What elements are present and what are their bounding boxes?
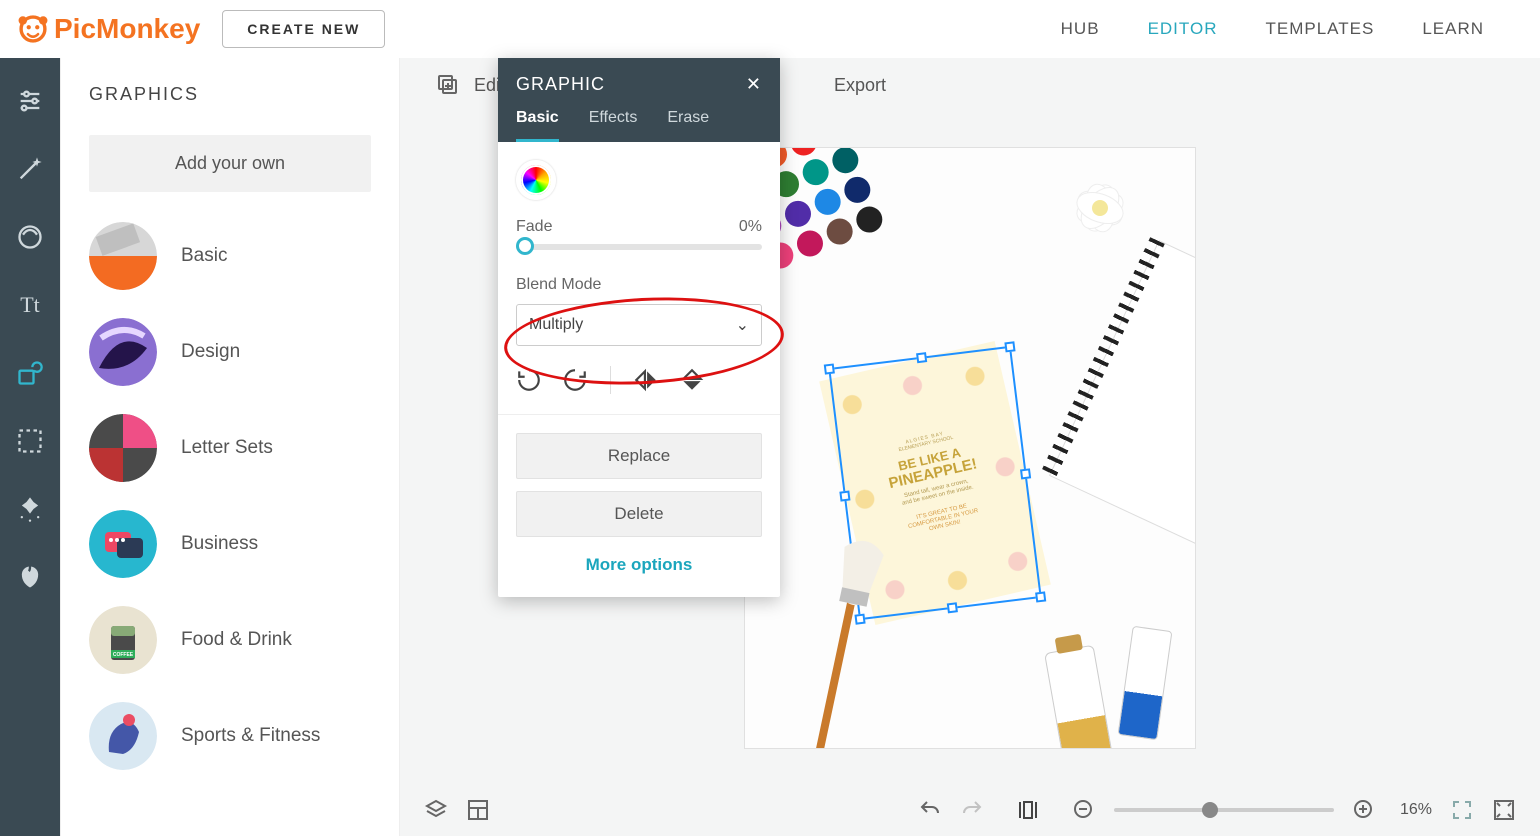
tab-basic[interactable]: Basic (516, 109, 559, 142)
category-food-drink[interactable]: COFFEE Food & Drink (89, 606, 371, 674)
tool-adjustments[interactable] (15, 86, 45, 116)
food-thumb-icon: COFFEE (89, 606, 157, 674)
sidebar-title: GRAPHICS (89, 84, 371, 105)
brand-logo[interactable]: PicMonkey (16, 12, 200, 46)
close-icon[interactable]: ✕ (746, 74, 762, 95)
design-thumb-icon (89, 318, 157, 386)
zoom-value: 16% (1400, 801, 1432, 819)
undo-icon[interactable] (918, 798, 942, 822)
replace-button[interactable]: Replace (516, 433, 762, 479)
grid-icon[interactable] (466, 798, 490, 822)
chevron-down-icon: ⌄ (736, 315, 749, 335)
zoom-in-icon[interactable] (1352, 798, 1376, 822)
nav-learn[interactable]: LEARN (1422, 19, 1484, 39)
redo-icon[interactable] (960, 798, 984, 822)
add-your-own-button[interactable]: Add your own (89, 135, 371, 192)
tool-textures-icon[interactable] (15, 494, 45, 524)
lettersets-thumb-icon (89, 414, 157, 482)
layers-icon[interactable] (424, 798, 448, 822)
tool-touchup-icon[interactable] (15, 222, 45, 252)
fade-value: 0% (739, 218, 762, 236)
tube-yellow (1044, 645, 1116, 748)
category-label: Business (181, 533, 258, 555)
blend-label: Blend Mode (516, 276, 762, 294)
graphic-panel: GRAPHIC ✕ Basic Effects Erase Fade 0% Bl… (498, 58, 780, 597)
fit-icon[interactable] (1016, 798, 1040, 822)
category-label: Sports & Fitness (181, 725, 320, 747)
rotate-cw-icon[interactable] (562, 367, 588, 393)
category-basic[interactable]: Basic (89, 222, 371, 290)
tool-themes-icon[interactable] (15, 562, 45, 592)
zoom-out-icon[interactable] (1072, 798, 1096, 822)
color-wheel[interactable] (516, 160, 556, 200)
basic-thumb-icon (89, 222, 157, 290)
blend-mode-select[interactable]: Multiply ⌄ (516, 304, 762, 346)
business-thumb-icon (89, 510, 157, 578)
notebook-decor (1049, 240, 1195, 556)
category-sports-fitness[interactable]: Sports & Fitness (89, 702, 371, 770)
tool-magic-icon[interactable] (15, 154, 45, 184)
brand-text: PicMonkey (54, 13, 200, 45)
nav-templates[interactable]: TEMPLATES (1265, 19, 1374, 39)
category-design[interactable]: Design (89, 318, 371, 386)
tab-erase[interactable]: Erase (667, 109, 709, 142)
tube-blue (1118, 626, 1173, 740)
category-label: Letter Sets (181, 437, 273, 459)
category-label: Design (181, 341, 240, 363)
tool-text-icon[interactable]: Tt (15, 290, 45, 320)
flip-horizontal-icon[interactable] (633, 367, 659, 393)
more-options-link[interactable]: More options (516, 549, 762, 579)
svg-text:COFFEE: COFFEE (113, 652, 134, 658)
flip-vertical-icon[interactable] (679, 367, 705, 393)
tool-frames-icon[interactable] (15, 426, 45, 456)
layers-duplicate-icon[interactable] (436, 73, 460, 97)
blend-value: Multiply (529, 316, 583, 334)
category-letter-sets[interactable]: Letter Sets (89, 414, 371, 482)
fullscreen-icon[interactable] (1492, 798, 1516, 822)
sports-thumb-icon (89, 702, 157, 770)
category-business[interactable]: Business (89, 510, 371, 578)
category-label: Basic (181, 245, 227, 267)
flower-decor (1045, 168, 1155, 258)
zoom-slider[interactable] (1114, 808, 1334, 812)
rotate-ccw-icon[interactable] (516, 367, 542, 393)
expand-icon[interactable] (1450, 798, 1474, 822)
nav-hub[interactable]: HUB (1061, 19, 1100, 39)
tab-effects[interactable]: Effects (589, 109, 638, 142)
canvas[interactable]: ALGIES BAY ELEMENTARY SCHOOL BE LIKE A P… (745, 148, 1195, 748)
export-label[interactable]: Export (834, 75, 886, 96)
category-label: Food & Drink (181, 629, 292, 651)
monkey-icon (16, 12, 50, 46)
panel-title: GRAPHIC (516, 74, 605, 95)
fade-label: Fade (516, 218, 552, 236)
delete-button[interactable]: Delete (516, 491, 762, 537)
fade-slider[interactable] (516, 244, 762, 250)
create-new-button[interactable]: CREATE NEW (222, 10, 385, 48)
nav-editor[interactable]: EDITOR (1148, 19, 1218, 39)
tool-graphics-icon[interactable] (15, 358, 45, 388)
